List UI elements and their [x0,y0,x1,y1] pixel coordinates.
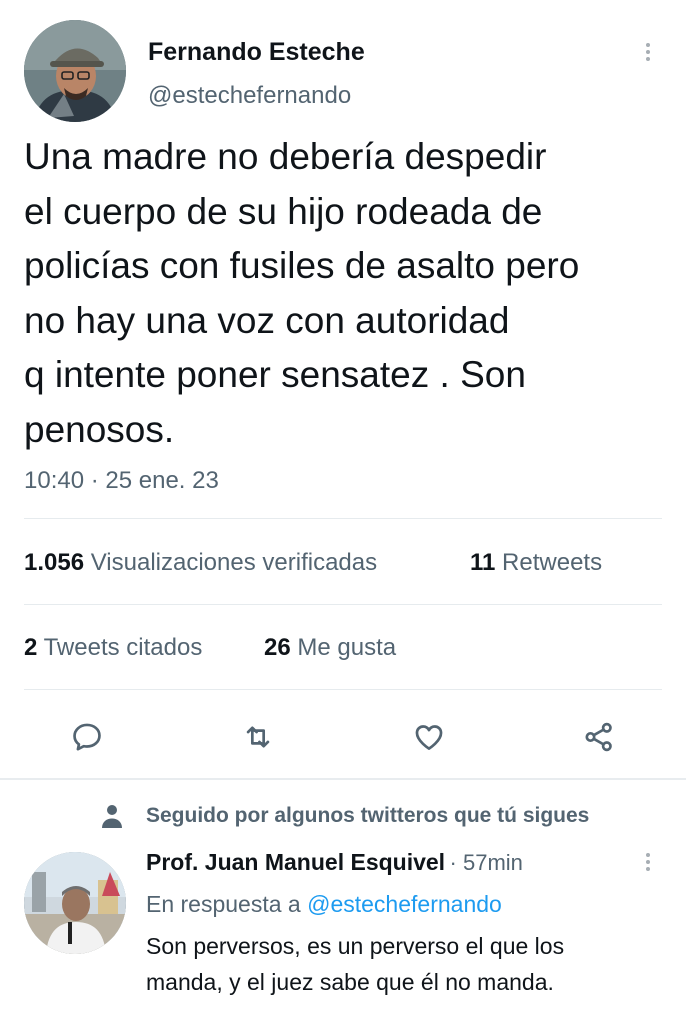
quotes-count: 2 [24,634,38,661]
share-icon [585,722,612,752]
retweet-button[interactable] [241,720,275,759]
social-context[interactable]: Seguido por algunos twitteros que tú sig… [146,804,589,828]
reply-avatar-image-icon [24,852,126,954]
like-icon [415,725,443,750]
reply-text: Son perversos, es un perverso el que los… [146,933,565,995]
views-count: 1.056 [24,549,85,576]
tweet-text: Una madre no debería despedir el cuerpo … [24,136,580,450]
tweet-timestamp[interactable]: 10:40 · 25 ene. 23 [24,467,219,495]
likes-stat[interactable]: 26 Me gusta [264,634,396,662]
vertical-ellipsis-icon[interactable] [642,40,654,64]
views-stat[interactable]: 1.056 Visualizaciones verificadas [24,549,377,577]
quotes-stat[interactable]: 2 Tweets citados [24,634,202,662]
divider [24,604,662,605]
retweets-stat[interactable]: 11 Retweets [470,549,602,577]
reply-icon [73,723,101,751]
like-button[interactable] [412,720,446,759]
person-icon [100,803,124,834]
author-name[interactable]: Fernando Esteche [148,38,365,67]
reply-button[interactable] [70,720,104,759]
share-button[interactable] [582,720,616,759]
retweets-count: 11 [470,549,496,576]
views-label: Visualizaciones verificadas [90,549,378,576]
reply-author-name[interactable]: Prof. Juan Manuel Esquivel [146,849,445,875]
reply-vertical-ellipsis-icon[interactable] [642,850,654,874]
likes-count: 26 [264,634,291,661]
reply-time[interactable]: · 57min [450,850,523,875]
in-reply-to: En respuesta a @estechefernando [146,891,502,918]
person-with-cap-avatar-icon [24,20,126,122]
quotes-label: Tweets citados [43,634,203,661]
likes-label: Me gusta [297,634,397,661]
reply-author-avatar[interactable] [24,852,126,954]
retweet-icon [246,726,270,748]
divider [24,518,662,519]
section-divider [0,778,686,780]
divider [24,689,662,690]
retweets-label: Retweets [502,549,603,576]
author-handle[interactable]: @estechefernando [148,82,351,110]
in-reply-handle[interactable]: @estechefernando [307,891,502,917]
in-reply-prefix: En respuesta a [146,891,301,917]
author-avatar[interactable] [24,20,126,122]
reply-header: Prof. Juan Manuel Esquivel · 57min [146,849,523,876]
